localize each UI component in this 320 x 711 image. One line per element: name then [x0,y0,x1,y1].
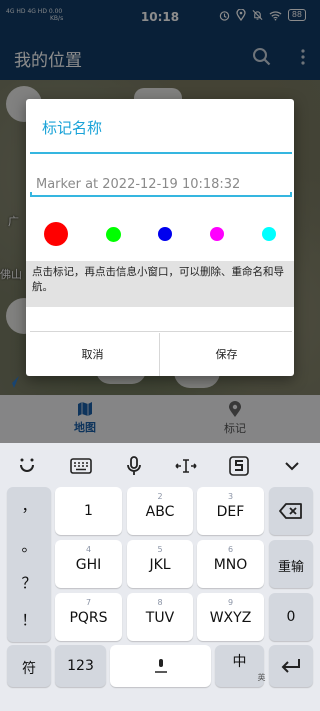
key-4-ghi[interactable]: 4 GHI [55,540,122,588]
key-8-tuv[interactable]: 8 TUV [127,593,193,641]
text-cursor-icon[interactable] [173,453,199,479]
dialog-title: 标记名称 [42,119,103,137]
input-underline [30,192,292,197]
color-swatch-cyan[interactable] [262,227,276,241]
key-number: 7 [85,598,92,607]
key-number: 2 [157,492,163,501]
backspace-key[interactable] [269,487,313,535]
key-label: ABC [145,504,175,520]
key-number: 5 [157,545,163,554]
microphone-icon [155,659,167,673]
key-1[interactable]: 1 [55,487,122,535]
color-swatch-green[interactable] [106,227,121,242]
key-label: JKL [149,557,171,573]
punct-question-key[interactable]: ？ [7,572,51,593]
color-swatch-red[interactable] [44,222,68,246]
key-2-abc[interactable]: 2 ABC [127,487,193,535]
save-button[interactable]: 保存 [160,333,293,376]
key-label: 重输 [277,560,304,575]
color-swatch-blue[interactable] [158,227,172,241]
key-number: 6 [227,545,234,554]
key-label: 符 [22,661,36,677]
backspace-icon [279,503,302,519]
key-label: GHI [75,557,102,573]
key-6-mno[interactable]: 6 MNO [197,540,264,588]
key-number: 8 [157,598,163,607]
retype-key[interactable]: 重输 [269,540,313,588]
punct-period-key[interactable]: 。 [7,535,51,556]
microphone-icon[interactable] [121,453,147,479]
keyboard-icon[interactable] [68,453,94,479]
chevron-down-icon[interactable] [279,453,305,479]
key-9-wxyz[interactable]: 9 WXYZ [197,593,264,641]
key-label: TUV [145,610,175,626]
marker-name-dialog: 标记名称 点击标记，再点击信息小窗口，可以删除、重命名和导航。 取消 保存 [26,99,294,376]
marker-name-input[interactable] [32,173,290,195]
key-label: PQRS [69,610,108,626]
key-label: DEF [216,504,245,520]
key-5-jkl[interactable]: 5 JKL [127,540,193,588]
key-3-def[interactable]: 3 DEF [197,487,264,535]
cancel-button[interactable]: 取消 [26,333,159,376]
language-switch-key[interactable]: 中 英 [215,645,266,687]
enter-icon [281,659,300,673]
key-0[interactable]: 0 [269,593,313,641]
key-label: MNO [213,557,248,573]
swipe-s-icon[interactable] [226,453,252,479]
key-label: WXYZ [209,610,252,626]
button-divider [30,331,292,332]
punct-comma-key[interactable]: ， [7,495,51,516]
punct-exclaim-key[interactable]: ！ [7,609,51,630]
dialog-hint-text: 点击标记，再点击信息小窗口，可以删除、重命名和导航。 [26,261,294,307]
lang-main-label: 中 [232,654,247,670]
key-7-pqrs[interactable]: 7 PQRS [55,593,122,641]
enter-key[interactable] [269,645,313,687]
key-number: 3 [227,492,234,501]
key-label: 1 [84,503,93,519]
color-swatch-magenta[interactable] [210,227,224,241]
emoji-icon[interactable] [14,453,40,479]
key-label: 0 [286,609,296,625]
numeric-key[interactable]: 123 [55,645,106,687]
key-label: 123 [67,658,94,674]
key-number: 4 [85,545,92,554]
key-number: 9 [227,598,234,607]
title-divider [30,152,292,154]
space-key[interactable] [110,645,211,687]
symbol-key[interactable]: 符 [7,645,51,687]
punctuation-column[interactable]: ， 。 ？ ！ [7,487,51,642]
